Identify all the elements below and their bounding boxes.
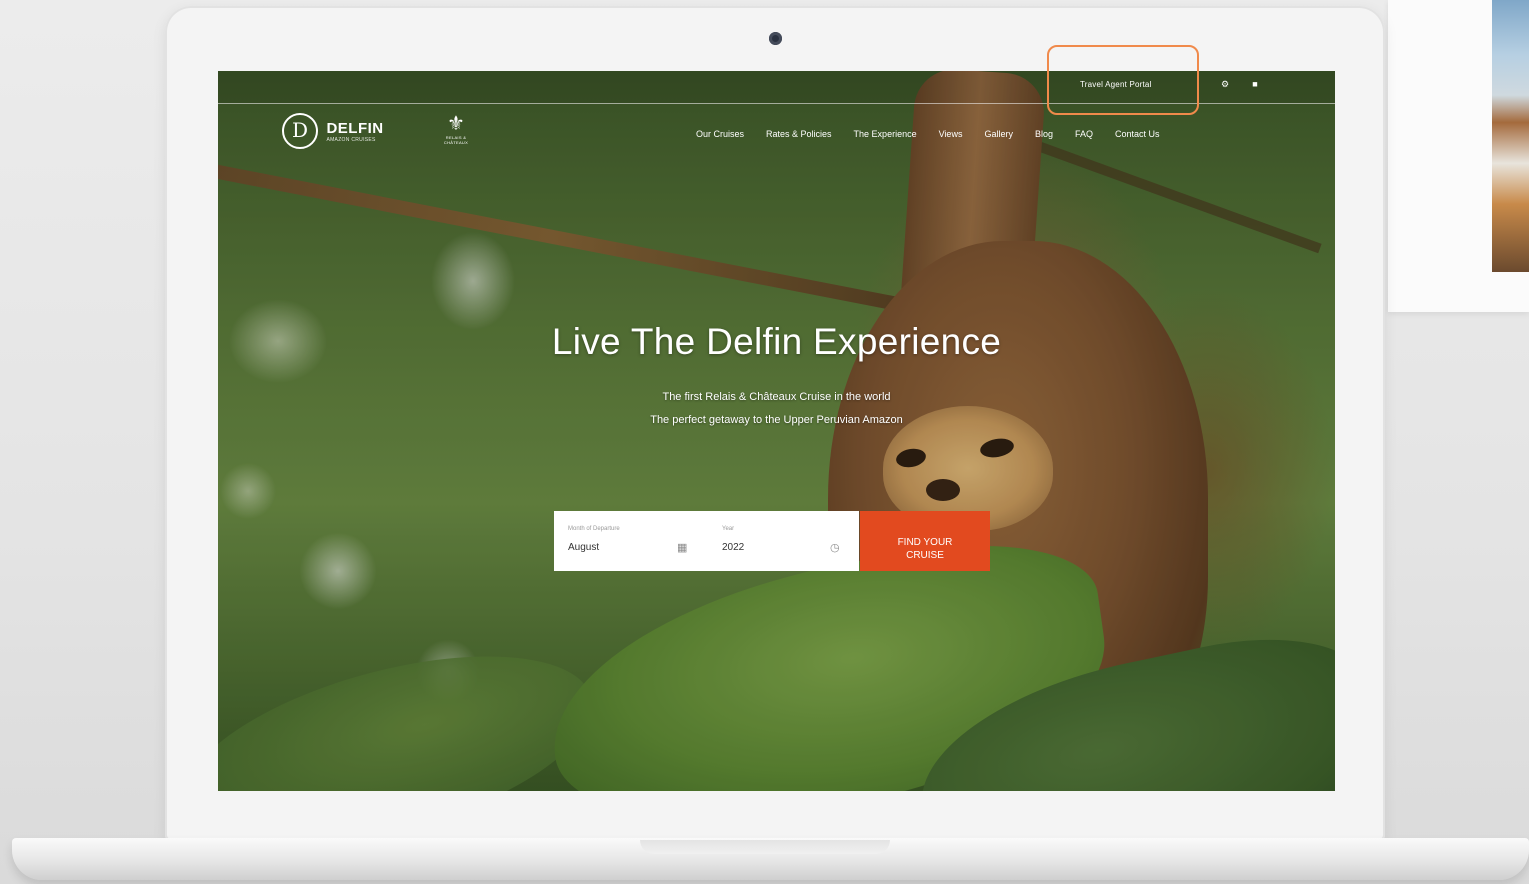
delfin-logo[interactable]: D DELFIN AMAZON CRUISES (282, 113, 384, 149)
month-label: Month of Departure (568, 526, 620, 532)
user-icon[interactable]: ■ (1250, 79, 1260, 89)
hero-overlay (218, 71, 1335, 791)
logo-subtitle: AMAZON CRUISES (326, 136, 376, 143)
nav-blog[interactable]: Blog (1035, 129, 1053, 139)
find-your-cruise-button[interactable]: FIND YOUR CRUISE (860, 511, 990, 571)
year-value: 2022 (722, 542, 745, 553)
button-label-line-2: CRUISE (906, 549, 944, 561)
cruise-search-form: Month of Departure August ▦ Year 2022 ◷ (554, 511, 859, 571)
logo-mark: D (282, 113, 318, 149)
year-label: Year (722, 526, 735, 532)
hero-subtitle-line-1: The first Relais & Châteaux Cruise in th… (662, 391, 891, 403)
nav-contact-us[interactable]: Contact Us (1115, 129, 1160, 139)
laptop-notch (640, 840, 890, 854)
nav-gallery[interactable]: Gallery (984, 129, 1013, 139)
highlight-annotation (1047, 45, 1199, 115)
calendar-icon[interactable]: ▦ (677, 541, 687, 554)
month-value: August (568, 542, 600, 553)
nav-our-cruises[interactable]: Our Cruises (696, 129, 744, 139)
hero-title: Live The Delfin Experience (551, 321, 1002, 362)
relais-chateaux-logo[interactable]: ⚜ RELAIS & CHÂTEAUX (436, 113, 476, 145)
button-label-line-1: FIND YOUR (897, 536, 953, 548)
main-nav: Our Cruises Rates & Policies The Experie… (696, 129, 1160, 139)
crest-text: RELAIS & CHÂTEAUX (443, 135, 469, 145)
year-select[interactable]: Year 2022 (722, 511, 832, 571)
hero-subtitle-line-2: The perfect getaway to the Upper Peruvia… (650, 414, 903, 426)
gear-icon[interactable]: ⚙ (1220, 79, 1230, 89)
nav-views[interactable]: Views (939, 129, 963, 139)
background-window-photo (1492, 0, 1529, 272)
nav-rates-policies[interactable]: Rates & Policies (766, 129, 832, 139)
nav-faq[interactable]: FAQ (1075, 129, 1093, 139)
clock-icon[interactable]: ◷ (830, 541, 840, 554)
fleur-de-lis-icon: ⚜ (447, 113, 465, 135)
camera-icon (769, 32, 782, 45)
logo-name: DELFIN (326, 119, 384, 137)
website-screen: Travel Agent Portal ⚙ ■ D DELFIN AMAZON … (218, 71, 1335, 791)
nav-the-experience[interactable]: The Experience (854, 129, 917, 139)
